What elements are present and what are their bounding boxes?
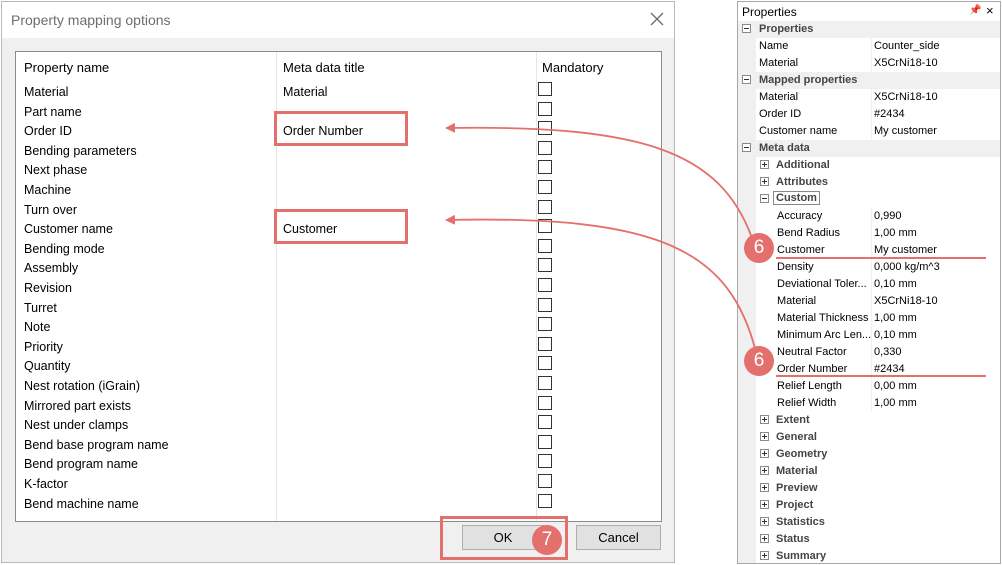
badge-step-6-customer: 6 (744, 233, 774, 263)
arrow-order-number (445, 122, 753, 239)
badge-step-6-order: 6 (744, 346, 774, 376)
arrow-customer (445, 214, 757, 353)
badge-step-7-ok: 7 (532, 525, 562, 555)
annotation-arrows (445, 122, 757, 353)
